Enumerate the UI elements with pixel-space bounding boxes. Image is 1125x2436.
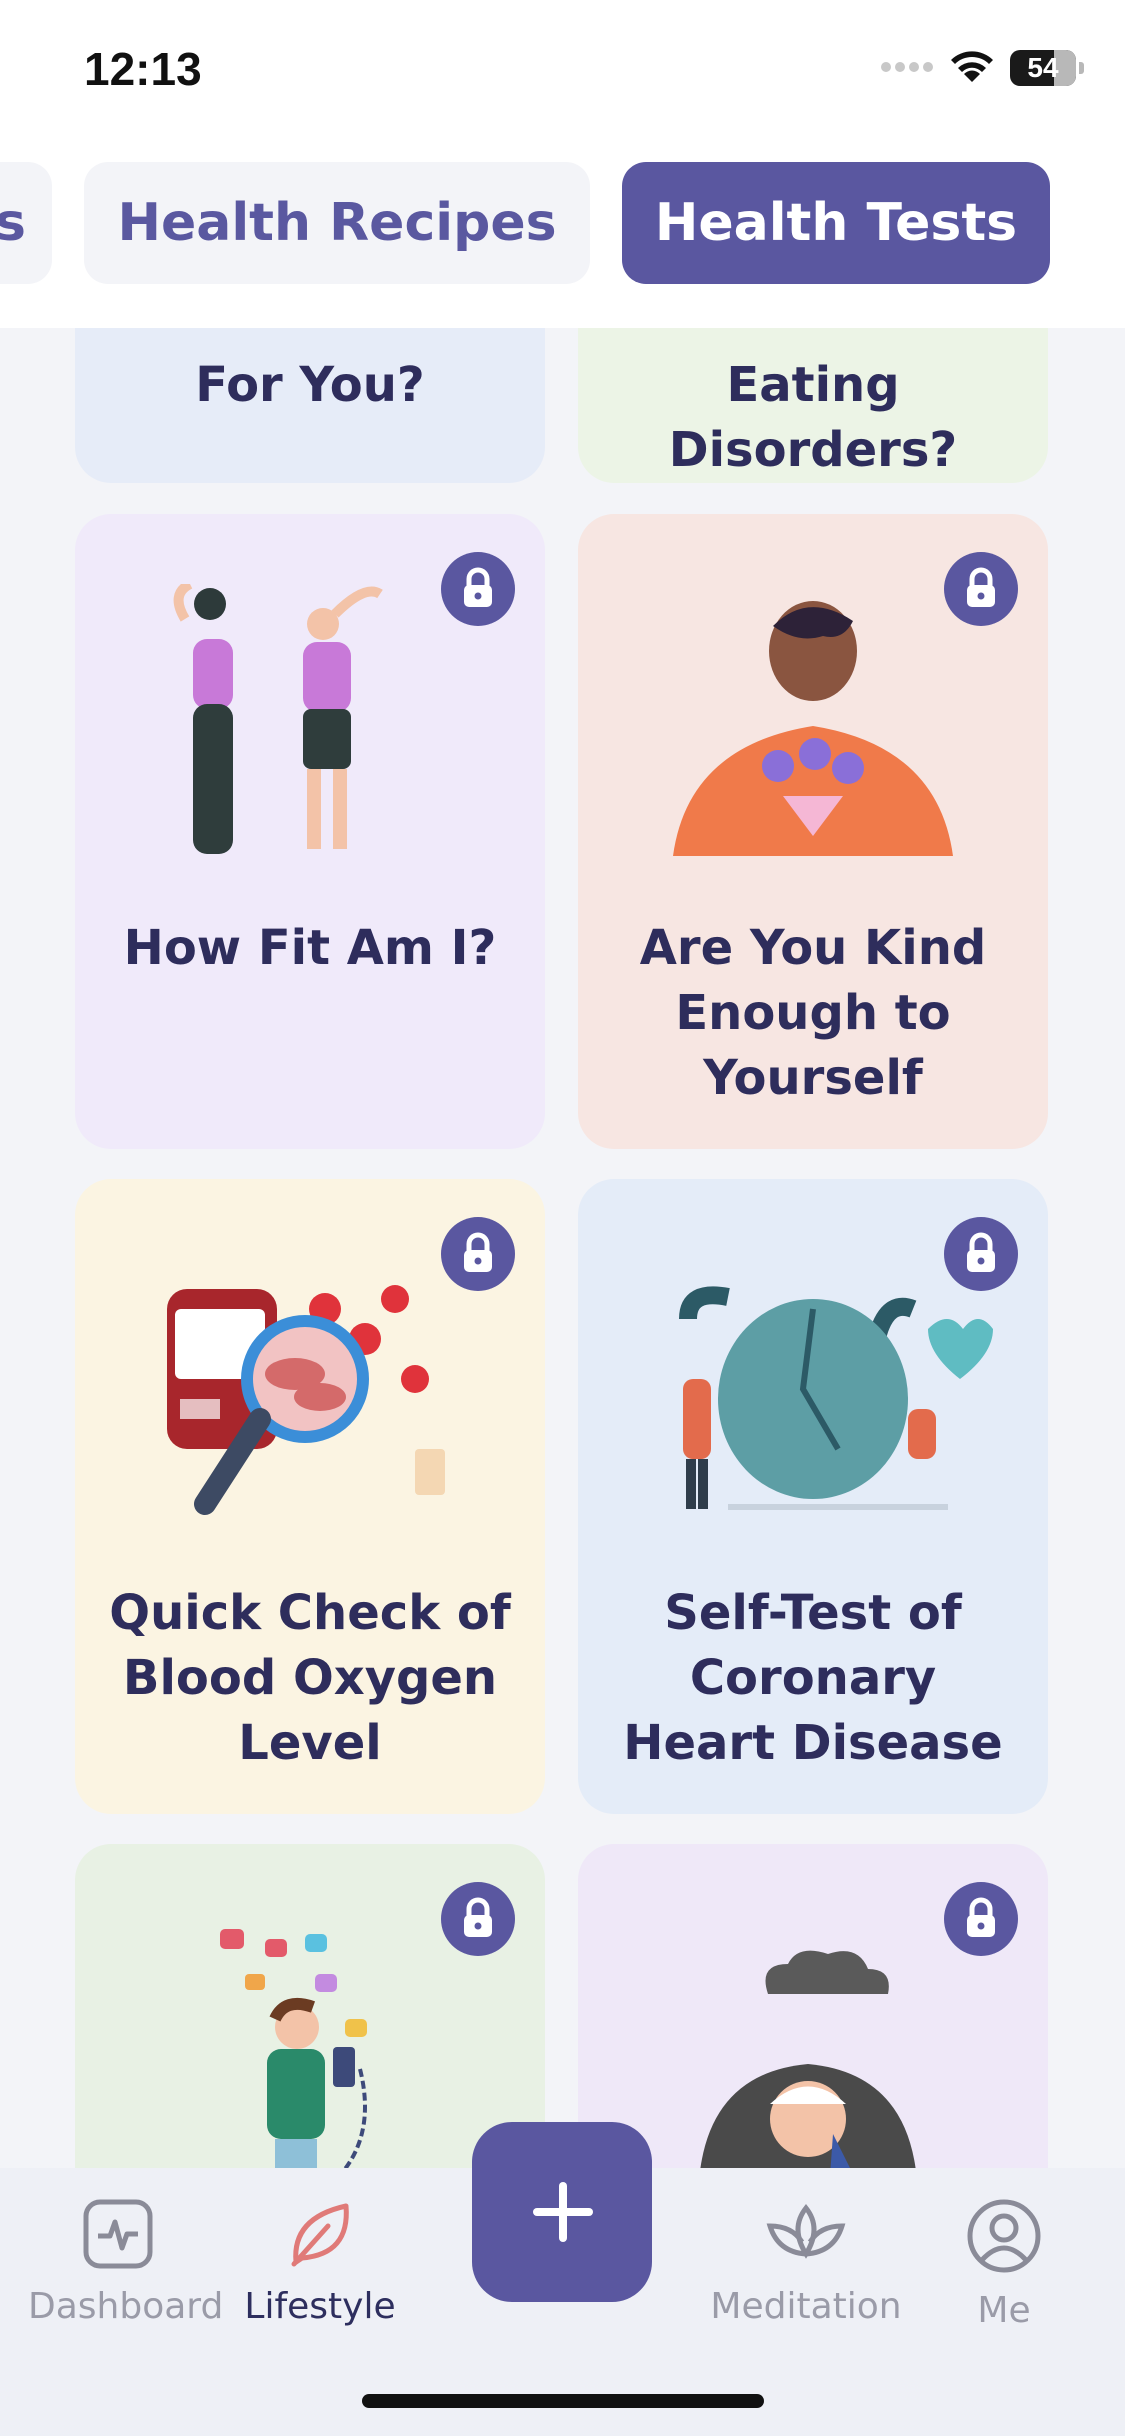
card-title-line: Disorders? xyxy=(668,422,958,478)
test-card-depression[interactable] xyxy=(578,1844,1048,2168)
lock-icon xyxy=(944,1882,1018,1956)
card-title-line: Self-Test of xyxy=(664,1585,962,1641)
battery-icon: 54 xyxy=(1010,50,1084,86)
test-card[interactable]: For You? xyxy=(75,328,545,483)
signal-icon xyxy=(881,62,933,72)
card-title: Self-Test of Coronary Heart Disease xyxy=(578,1581,1048,1776)
lock-icon xyxy=(441,1217,515,1291)
test-card-coronary-heart[interactable]: Self-Test of Coronary Heart Disease xyxy=(578,1179,1048,1814)
card-title-line: Enough to xyxy=(675,985,951,1041)
lock-icon xyxy=(441,552,515,626)
test-card-kind-to-yourself[interactable]: Are You Kind Enough to Yourself xyxy=(578,514,1048,1149)
leaf-icon xyxy=(291,2203,349,2267)
card-title-line: Heart Disease xyxy=(623,1715,1003,1771)
lock-icon xyxy=(441,1882,515,1956)
nav-dashboard[interactable]: Dashboard xyxy=(28,2198,224,2327)
heart-checkup-illustration xyxy=(679,1286,993,1510)
test-card-how-fit[interactable]: How Fit Am I? xyxy=(75,514,545,1149)
lock-icon xyxy=(944,1217,1018,1291)
card-title-line: Yourself xyxy=(703,1050,923,1106)
blood-bag-illustration xyxy=(167,1285,445,1515)
tab-previous[interactable]: s xyxy=(0,162,52,284)
wifi-icon xyxy=(951,51,993,82)
card-title-line: Level xyxy=(238,1715,382,1771)
nav-label: Lifestyle xyxy=(244,2286,396,2327)
add-button[interactable] xyxy=(472,2122,652,2302)
health-tests-grid: For You? Eating Disorders? How Fit Am I? xyxy=(0,328,1125,2168)
card-title-line: Quick Check of xyxy=(109,1585,511,1641)
nav-label: Meditation xyxy=(710,2286,902,2327)
lock-icon xyxy=(944,552,1018,626)
card-title: Eating Disorders? xyxy=(578,353,1048,483)
card-title: For You? xyxy=(75,353,545,418)
tab-health-recipes[interactable]: Health Recipes xyxy=(84,162,590,284)
card-title-line: Coronary xyxy=(689,1650,937,1706)
nav-me[interactable]: Me xyxy=(946,2198,1062,2331)
test-card-social-media[interactable] xyxy=(75,1844,545,2168)
nav-meditation[interactable]: Meditation xyxy=(708,2198,904,2327)
lotus-icon xyxy=(766,2203,846,2259)
status-bar: 12:13 54 xyxy=(0,0,1125,140)
card-title-line: Blood Oxygen xyxy=(122,1650,498,1706)
status-time: 12:13 xyxy=(84,43,202,95)
test-card[interactable]: Eating Disorders? xyxy=(578,328,1048,483)
profile-icon xyxy=(967,2199,1041,2273)
nav-lifestyle[interactable]: Lifestyle xyxy=(240,2198,400,2327)
card-title-line: How Fit Am I? xyxy=(123,920,497,976)
nav-label: Dashboard xyxy=(28,2286,224,2327)
tab-health-tests[interactable]: Health Tests xyxy=(622,162,1050,284)
dashboard-icon xyxy=(83,2199,153,2269)
card-title: Are You Kind Enough to Yourself xyxy=(578,916,1048,1111)
stretching-people-illustration xyxy=(173,584,383,854)
nav-label: Me xyxy=(977,2290,1031,2331)
card-title-line: For You? xyxy=(195,357,425,413)
category-tabs: s Health Recipes Health Tests xyxy=(0,140,1125,328)
home-indicator xyxy=(362,2394,764,2408)
card-title: How Fit Am I? xyxy=(75,916,545,981)
test-card-blood-oxygen[interactable]: Quick Check of Blood Oxygen Level xyxy=(75,1179,545,1814)
self-compassion-illustration xyxy=(673,601,953,856)
card-title-line: Are You Kind xyxy=(639,920,987,976)
battery-level: 54 xyxy=(1027,52,1059,83)
card-title-line: Eating xyxy=(726,357,900,413)
card-title: Quick Check of Blood Oxygen Level xyxy=(75,1581,545,1776)
plus-icon xyxy=(533,2182,593,2242)
